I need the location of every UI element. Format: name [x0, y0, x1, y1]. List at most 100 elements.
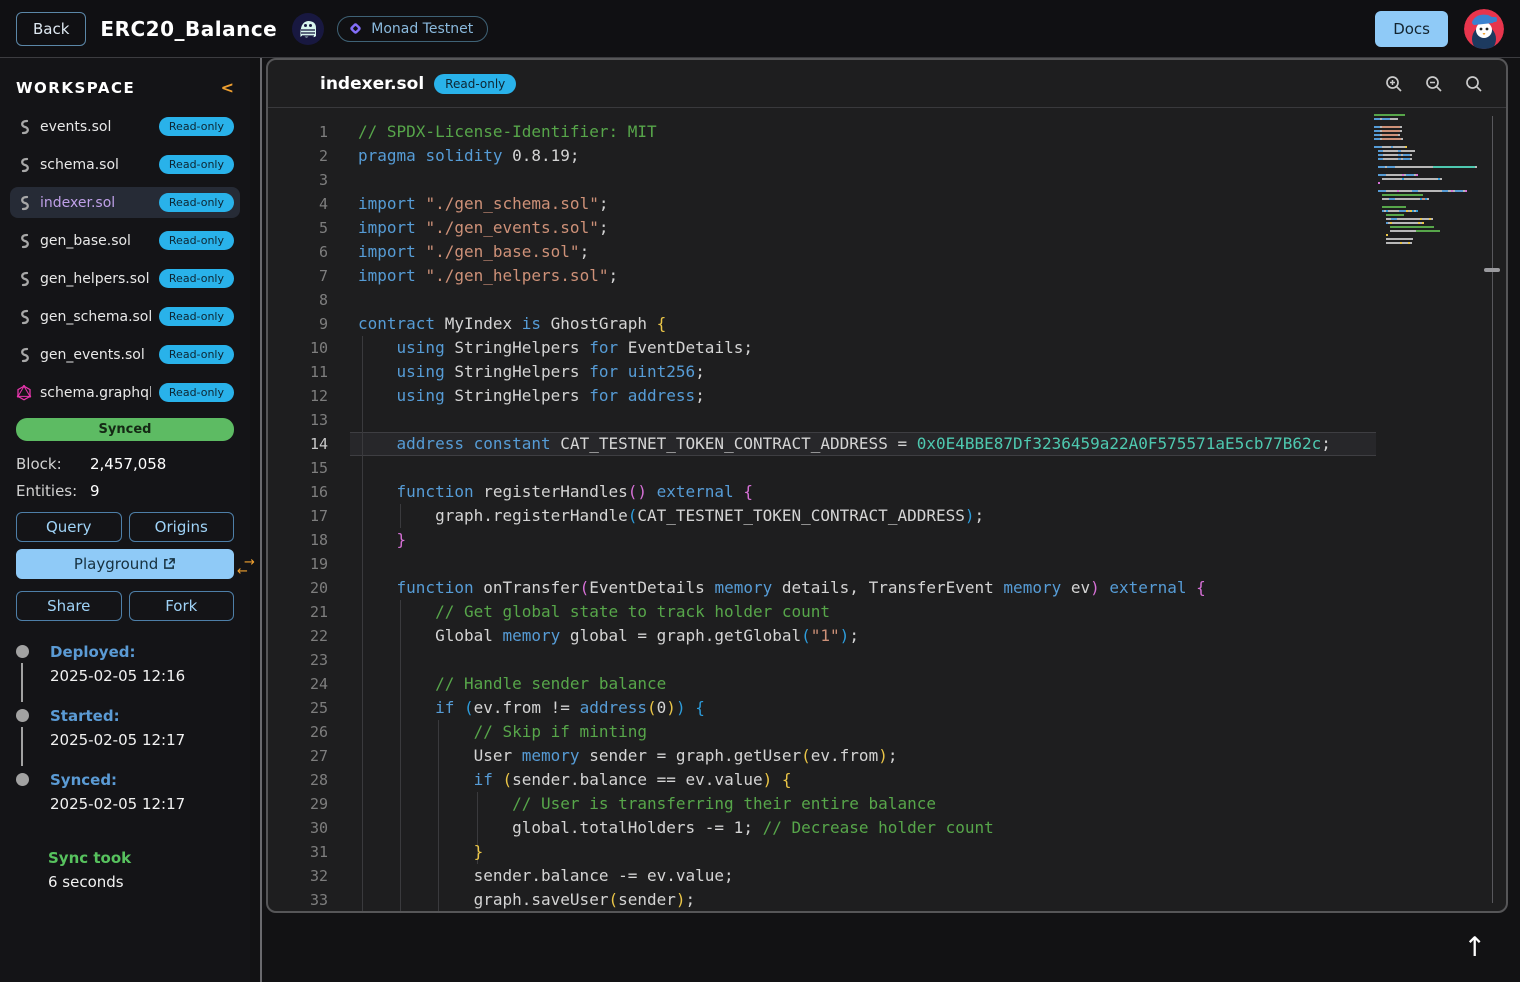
back-button[interactable]: Back [16, 12, 86, 46]
code-line-31: 31 } [268, 840, 1506, 864]
read-only-badge: Read-only [159, 193, 234, 212]
minimap[interactable] [1374, 114, 1480, 246]
workspace-sidebar: WORKSPACE < events.sol Read-only schema.so… [0, 58, 250, 982]
file-name: events.sol [40, 119, 151, 135]
line-number: 29 [268, 792, 328, 816]
code-line-1: 1// SPDX-License-Identifier: MIT [268, 120, 1506, 144]
code-line-2: 2pragma solidity 0.8.19; [268, 144, 1506, 168]
code-line-18: 18 } [268, 528, 1506, 552]
collapse-sidebar-chevron[interactable]: < [221, 78, 234, 97]
query-button[interactable]: Query [16, 512, 122, 542]
stat-label: Entities: [16, 482, 90, 500]
code-line-4: 4import "./gen_schema.sol"; [268, 192, 1506, 216]
search-icon[interactable] [1464, 74, 1484, 94]
code-line-26: 26 // Skip if minting [268, 720, 1506, 744]
line-number: 6 [268, 240, 328, 264]
zoom-in-icon[interactable] [1384, 74, 1404, 94]
code-line-7: 7import "./gen_helpers.sol"; [268, 264, 1506, 288]
docs-button[interactable]: Docs [1375, 11, 1448, 47]
file-item-gen_helpers.sol[interactable]: gen_helpers.solRead-only [10, 263, 240, 294]
code-lines: 1// SPDX-License-Identifier: MIT2pragma … [268, 108, 1506, 911]
origins-button[interactable]: Origins [129, 512, 235, 542]
solidity-file-icon [16, 195, 32, 211]
line-number: 23 [268, 648, 328, 672]
line-number: 18 [268, 528, 328, 552]
scrollbar-thumb[interactable] [1484, 268, 1500, 272]
file-list: events.sol Read-only schema.sol Read-only in… [16, 111, 234, 408]
code-line-8: 8 [268, 288, 1506, 312]
timeline-value: 2025-02-05 12:16 [50, 667, 185, 685]
line-number: 11 [268, 360, 328, 384]
stat-row: Block:2,457,058 [16, 455, 234, 473]
file-name: gen_schema.sol [40, 309, 151, 325]
file-item-indexer.sol[interactable]: indexer.sol Read-only [10, 187, 240, 218]
resize-handle-icon[interactable]: →← [244, 558, 270, 580]
playground-button-label: Playground [74, 555, 158, 573]
timeline-label: Deployed: [50, 643, 185, 661]
timeline-label: Synced: [50, 771, 185, 789]
line-number: 3 [268, 168, 328, 192]
file-item-schema.sol[interactable]: schema.solRead-only [10, 149, 240, 180]
workspace-heading: WORKSPACE [16, 79, 135, 97]
monad-icon [348, 21, 363, 36]
stat-value: 2,457,058 [90, 455, 166, 473]
line-number: 13 [268, 408, 328, 432]
bottom-bar: ↑ [266, 913, 1508, 982]
line-number: 17 [268, 504, 328, 528]
timeline-value: 2025-02-05 12:17 [50, 731, 185, 749]
editor-readonly-badge: Read-only [434, 74, 516, 94]
line-number: 33 [268, 888, 328, 911]
line-number: 12 [268, 384, 328, 408]
code-line-21: 21 // Get global state to track holder c… [268, 600, 1506, 624]
line-number: 2 [268, 144, 328, 168]
line-number: 8 [268, 288, 328, 312]
code-editor-panel: indexer.sol Read-only [266, 58, 1508, 913]
code-line-16: 16 function registerHandles() external { [268, 480, 1506, 504]
code-line-20: 20 function onTransfer(EventDetails memo… [268, 576, 1506, 600]
playground-button[interactable]: Playground [16, 549, 234, 579]
stat-row: Entities:9 [16, 482, 234, 500]
line-number: 27 [268, 744, 328, 768]
timeline-dot [16, 709, 29, 722]
line-number: 16 [268, 480, 328, 504]
zoom-out-icon[interactable] [1424, 74, 1444, 94]
file-item-gen_events.sol[interactable]: gen_events.solRead-only [10, 339, 240, 370]
line-number: 28 [268, 768, 328, 792]
file-item-gen_schema.sol[interactable]: gen_schema.solRead-only [10, 301, 240, 332]
code-area[interactable]: 1// SPDX-License-Identifier: MIT2pragma … [268, 108, 1506, 911]
code-line-17: 17 graph.registerHandle(CAT_TESTNET_TOKE… [268, 504, 1506, 528]
solidity-file-icon [16, 271, 32, 287]
share-button[interactable]: Share [16, 591, 122, 621]
scroll-to-top-button[interactable]: ↑ [1463, 934, 1486, 961]
user-avatar[interactable] [1464, 9, 1504, 49]
file-name: schema.graphql [40, 385, 151, 401]
file-item-events.sol[interactable]: events.sol Read-only [10, 111, 240, 142]
file-name: gen_helpers.sol [40, 271, 151, 287]
read-only-badge: Read-only [159, 117, 234, 136]
code-line-19: 19 [268, 552, 1506, 576]
line-number: 19 [268, 552, 328, 576]
file-item-schema.graphql[interactable]: schema.graphqlRead-only [10, 377, 240, 408]
fork-button[interactable]: Fork [129, 591, 235, 621]
line-number: 4 [268, 192, 328, 216]
code-line-28: 28 if (sender.balance == ev.value) { [268, 768, 1506, 792]
solidity-file-icon [16, 119, 32, 135]
line-number: 7 [268, 264, 328, 288]
graphql-file-icon [16, 385, 32, 401]
solidity-file-icon [16, 309, 32, 325]
stat-value: 9 [90, 482, 100, 500]
sync-status-pill: Synced [16, 418, 234, 441]
timeline-label: Started: [50, 707, 185, 725]
file-item-gen_base.sol[interactable]: gen_base.solRead-only [10, 225, 240, 256]
line-number: 24 [268, 672, 328, 696]
external-link-icon [163, 557, 176, 570]
line-number: 30 [268, 816, 328, 840]
file-name: schema.sol [40, 157, 151, 173]
line-number: 32 [268, 864, 328, 888]
scrollbar-track [1492, 116, 1493, 903]
file-name: indexer.sol [40, 195, 151, 211]
code-line-24: 24 // Handle sender balance [268, 672, 1506, 696]
deployment-timeline: Deployed: 2025-02-05 12:16 Started: 2025-02… [16, 643, 234, 835]
file-name: gen_events.sol [40, 347, 151, 363]
code-line-30: 30 global.totalHolders -= 1; // Decrease… [268, 816, 1506, 840]
